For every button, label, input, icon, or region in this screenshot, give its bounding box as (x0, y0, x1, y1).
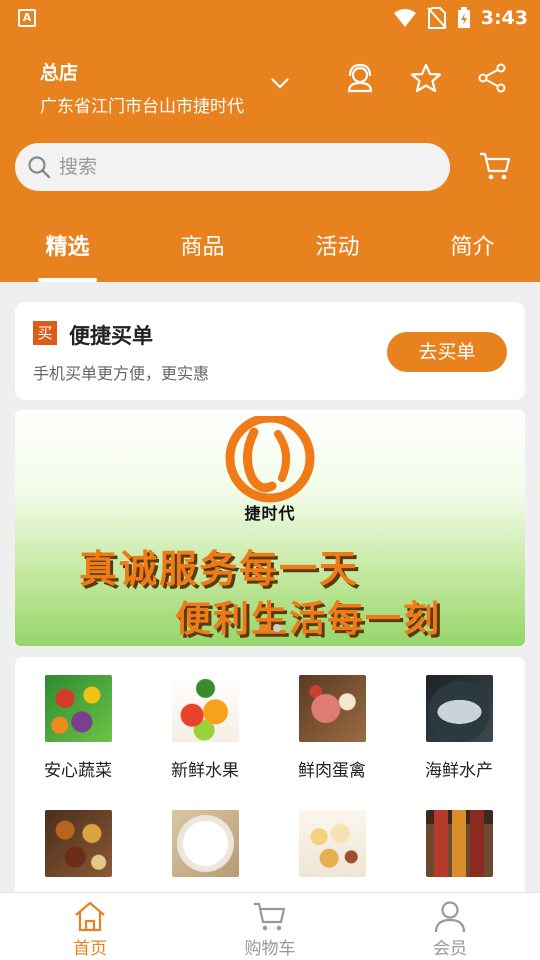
battery-charging-icon (457, 7, 470, 28)
category-dim-sum[interactable] (277, 810, 387, 877)
no-sim-icon (426, 7, 447, 29)
quick-buy-card: 买 便捷买单 手机买单更方便，更实惠 去买单 (15, 302, 525, 400)
home-icon (75, 901, 105, 932)
tab-activities[interactable]: 活动 (270, 226, 405, 282)
nav-member[interactable]: 会员 (360, 893, 540, 960)
banner-dot-active (259, 624, 267, 632)
customer-service-icon[interactable] (342, 60, 378, 96)
nav-cart[interactable]: 购物车 (180, 893, 360, 960)
preserved-jars-image (425, 810, 493, 877)
store-name[interactable]: 总店 (40, 58, 78, 85)
user-icon (434, 901, 466, 933)
favorite-star-icon[interactable] (408, 60, 444, 96)
nav-cart-label: 购物车 (244, 939, 296, 959)
category-fruits[interactable]: 新鲜水果 (150, 675, 260, 781)
tab-intro[interactable]: 简介 (405, 226, 540, 282)
search-icon (28, 156, 51, 179)
wifi-icon (393, 9, 416, 27)
quick-buy-title: 便捷买单 (69, 324, 153, 348)
bottom-navigation: 首页 购物车 会员 (0, 892, 540, 960)
brand-logo-icon (225, 416, 315, 503)
category-label: 新鲜水果 (171, 761, 239, 781)
meat-eggs-image (298, 675, 366, 742)
cart-icon (254, 902, 286, 931)
store-address[interactable]: 广东省江门市台山市捷时代 (40, 92, 244, 117)
go-pay-button[interactable]: 去买单 (387, 332, 507, 372)
brand-logo-text: 捷时代 (244, 504, 296, 523)
category-label: 安心蔬菜 (44, 761, 112, 781)
category-vegetables[interactable]: 安心蔬菜 (23, 675, 133, 781)
category-meat-eggs[interactable]: 鲜肉蛋禽 (277, 675, 387, 781)
store-tabs: 精选 商品 活动 简介 (0, 226, 540, 282)
share-icon[interactable] (474, 60, 510, 96)
quick-buy-subtitle: 手机买单更方便，更实惠 (33, 364, 210, 383)
status-icons: 3:43 (393, 6, 528, 30)
category-label: 海鲜水产 (425, 761, 493, 781)
status-bar: A 3:43 (0, 0, 540, 36)
banner-slogan-2: 便利生活每一刻 (175, 598, 442, 640)
category-seafood[interactable]: 海鲜水产 (404, 675, 514, 781)
spices-image (44, 810, 112, 877)
buy-badge-icon: 买 (33, 321, 57, 345)
tab-featured[interactable]: 精选 (0, 226, 135, 282)
banner-pagination (259, 624, 281, 632)
banner-dot (273, 624, 281, 632)
fruits-image (171, 675, 239, 742)
category-spices[interactable] (23, 810, 133, 877)
nav-home[interactable]: 首页 (0, 893, 180, 960)
seafood-image (425, 675, 493, 742)
tab-products[interactable]: 商品 (135, 226, 270, 282)
dim-sum-image (298, 810, 366, 877)
chevron-down-icon[interactable] (270, 76, 290, 90)
category-label: 鲜肉蛋禽 (298, 761, 366, 781)
category-rice[interactable] (150, 810, 260, 877)
rice-image (171, 810, 239, 877)
nav-member-label: 会员 (433, 939, 467, 959)
category-grid: 安心蔬菜 新鲜水果 鲜肉蛋禽 海鲜水产 (15, 657, 525, 897)
search-input[interactable] (59, 156, 419, 178)
category-preserves[interactable] (404, 810, 514, 877)
app-notification-icon: A (18, 9, 36, 27)
nav-home-label: 首页 (73, 939, 107, 959)
status-time: 3:43 (480, 7, 528, 29)
promo-banner[interactable]: 捷时代 真诚服务每一天 便利生活每一刻 (15, 410, 525, 646)
store-header: 总店 广东省江门市台山市捷时代 精选 商品 活动 简介 (0, 36, 540, 282)
vegetables-image (44, 675, 112, 742)
banner-slogan-1: 真诚服务每一天 (79, 546, 360, 591)
search-bar[interactable] (15, 143, 450, 191)
cart-icon[interactable] (478, 150, 512, 182)
